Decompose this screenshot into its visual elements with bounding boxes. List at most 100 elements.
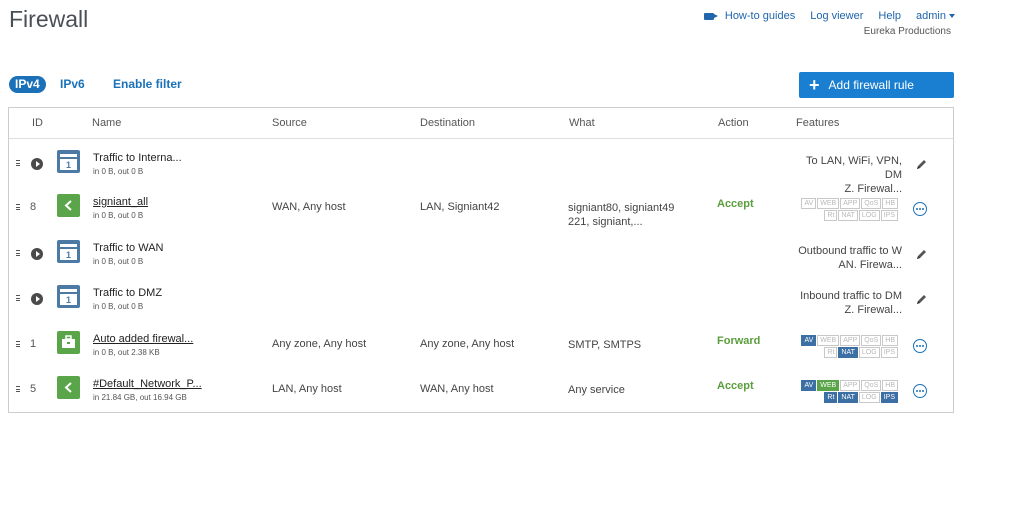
rule-what: signiant80, signiant49 221, signiant,... [568, 202, 675, 228]
feature-description: Inbound traffic to DM Z. Firewal... [789, 289, 902, 317]
svg-text:1: 1 [66, 160, 71, 170]
how-to-guides-label: How-to guides [724, 10, 796, 22]
ipv4-tab[interactable]: IPv4 [9, 76, 46, 93]
rule-group-icon: 1 [57, 150, 80, 173]
badge-log: LOG [858, 347, 880, 358]
badge-app: APP [840, 335, 861, 346]
rule-id: 8 [30, 201, 37, 213]
badge-hb: HB [882, 335, 898, 346]
edit-icon[interactable] [915, 293, 928, 306]
rule-name[interactable]: signiant_all [93, 196, 148, 208]
svg-text:1: 1 [66, 295, 71, 305]
company-name: Eureka Productions [863, 26, 951, 37]
more-options-icon[interactable] [913, 384, 927, 398]
feature-badges: AV WEB APP QoS HB Rt NAT LOG IPS [795, 335, 898, 359]
rule-share-icon [57, 194, 80, 217]
table-row[interactable]: 1 Traffic to Interna... in 0 B, out 0 B … [9, 144, 953, 195]
user-name: admin [916, 10, 946, 22]
rule-name[interactable]: Traffic to WAN [93, 242, 164, 254]
feature-line: Inbound traffic to DM [800, 290, 902, 302]
header-name: Name [92, 117, 122, 129]
rule-source: WAN, Any host [272, 201, 346, 213]
rule-destination: WAN, Any host [420, 383, 494, 395]
badge-hb: HB [882, 198, 898, 209]
rule-share-icon [57, 376, 80, 399]
header-features: Features [796, 117, 840, 129]
rule-action: Forward [717, 335, 761, 347]
caret-down-icon [949, 14, 955, 19]
badge-hb: HB [882, 380, 898, 391]
rule-briefcase-icon [57, 331, 80, 354]
edit-icon[interactable] [915, 158, 928, 171]
how-to-guides-link[interactable]: How-to guides [703, 10, 796, 22]
feature-line: Outbound traffic to W [798, 245, 902, 257]
badge-web: WEB [817, 380, 840, 391]
help-link[interactable]: Help [878, 10, 901, 22]
rule-name[interactable]: Traffic to DMZ [93, 287, 162, 299]
badge-log: LOG [858, 392, 880, 403]
header-id: ID [32, 117, 43, 129]
log-viewer-link[interactable]: Log viewer [810, 10, 863, 22]
enable-filter-link[interactable]: Enable filter [113, 77, 182, 91]
rule-destination: Any zone, Any host [420, 338, 515, 350]
drag-handle-icon[interactable] [16, 203, 20, 211]
traffic-stats: in 21.84 GB, out 16.94 GB [93, 393, 187, 402]
rule-name[interactable]: Traffic to Interna... [93, 152, 182, 164]
badge-qos: QoS [861, 335, 882, 346]
drag-handle-icon[interactable] [16, 249, 20, 257]
drag-handle-icon[interactable] [16, 385, 20, 393]
traffic-stats: in 0 B, out 0 B [93, 257, 144, 266]
badge-nat: NAT [838, 347, 858, 358]
badge-nat: NAT [838, 210, 858, 221]
header-destination: Destination [420, 117, 476, 129]
svg-text:1: 1 [66, 250, 71, 260]
rule-what: SMTP, SMTPS [568, 339, 642, 351]
table-row[interactable]: 8 signiant_all in 0 B, out 0 B WAN, Any … [9, 188, 953, 232]
rule-source: Any zone, Any host [272, 338, 367, 350]
drag-handle-icon[interactable] [16, 340, 20, 348]
feature-line: Z. Firewal... [844, 304, 902, 316]
page-title: Firewall [9, 6, 89, 32]
expand-arrow-icon[interactable] [31, 248, 43, 260]
header-divider [9, 138, 953, 139]
table-row[interactable]: 5 #Default_Network_P... in 21.84 GB, out… [9, 370, 953, 414]
feature-description: Outbound traffic to W AN. Firewa... [789, 244, 902, 272]
table-row[interactable]: 1 Traffic to DMZ in 0 B, out 0 B Inbound… [9, 279, 953, 323]
badge-ips: IPS [880, 210, 898, 221]
rule-group-icon: 1 [57, 285, 80, 308]
traffic-stats: in 0 B, out 0 B [93, 167, 144, 176]
badge-qos: QoS [861, 198, 882, 209]
user-menu[interactable]: admin [916, 10, 955, 22]
expand-arrow-icon[interactable] [31, 158, 43, 170]
badge-app: APP [840, 380, 861, 391]
rule-id: 5 [30, 383, 37, 395]
feature-line: AN. Firewa... [838, 259, 902, 271]
table-row[interactable]: 1 Auto added firewal... in 0 B, out 2.38… [9, 325, 953, 369]
feature-badges: AV WEB APP QoS HB Rt NAT LOG IPS [795, 198, 898, 222]
expand-arrow-icon[interactable] [31, 293, 43, 305]
badge-ips: IPS [880, 392, 898, 403]
rule-group-icon: 1 [57, 240, 80, 263]
table-row[interactable]: 1 Traffic to WAN in 0 B, out 0 B Outboun… [9, 234, 953, 278]
badge-app: APP [840, 198, 861, 209]
traffic-stats: in 0 B, out 0 B [93, 211, 144, 220]
more-options-icon[interactable] [913, 202, 927, 216]
badge-web: WEB [817, 198, 840, 209]
feature-line: To LAN, WiFi, VPN, DM [806, 155, 902, 181]
rule-name[interactable]: Auto added firewal... [93, 333, 193, 345]
badge-rt: Rt [824, 392, 838, 403]
add-firewall-rule-button[interactable]: + Add firewall rule [799, 72, 954, 98]
badge-log: LOG [858, 210, 880, 221]
rule-name[interactable]: #Default_Network_P... [93, 378, 202, 390]
traffic-stats: in 0 B, out 2.38 KB [93, 348, 160, 357]
badge-rt: Rt [824, 210, 838, 221]
drag-handle-icon[interactable] [16, 294, 20, 302]
badge-qos: QoS [861, 380, 882, 391]
header-source: Source [272, 117, 307, 129]
rule-action: Accept [717, 198, 754, 210]
more-options-icon[interactable] [913, 339, 927, 353]
ipv6-tab[interactable]: IPv6 [60, 77, 85, 91]
edit-icon[interactable] [915, 248, 928, 261]
badge-nat: NAT [838, 392, 858, 403]
drag-handle-icon[interactable] [16, 159, 20, 167]
